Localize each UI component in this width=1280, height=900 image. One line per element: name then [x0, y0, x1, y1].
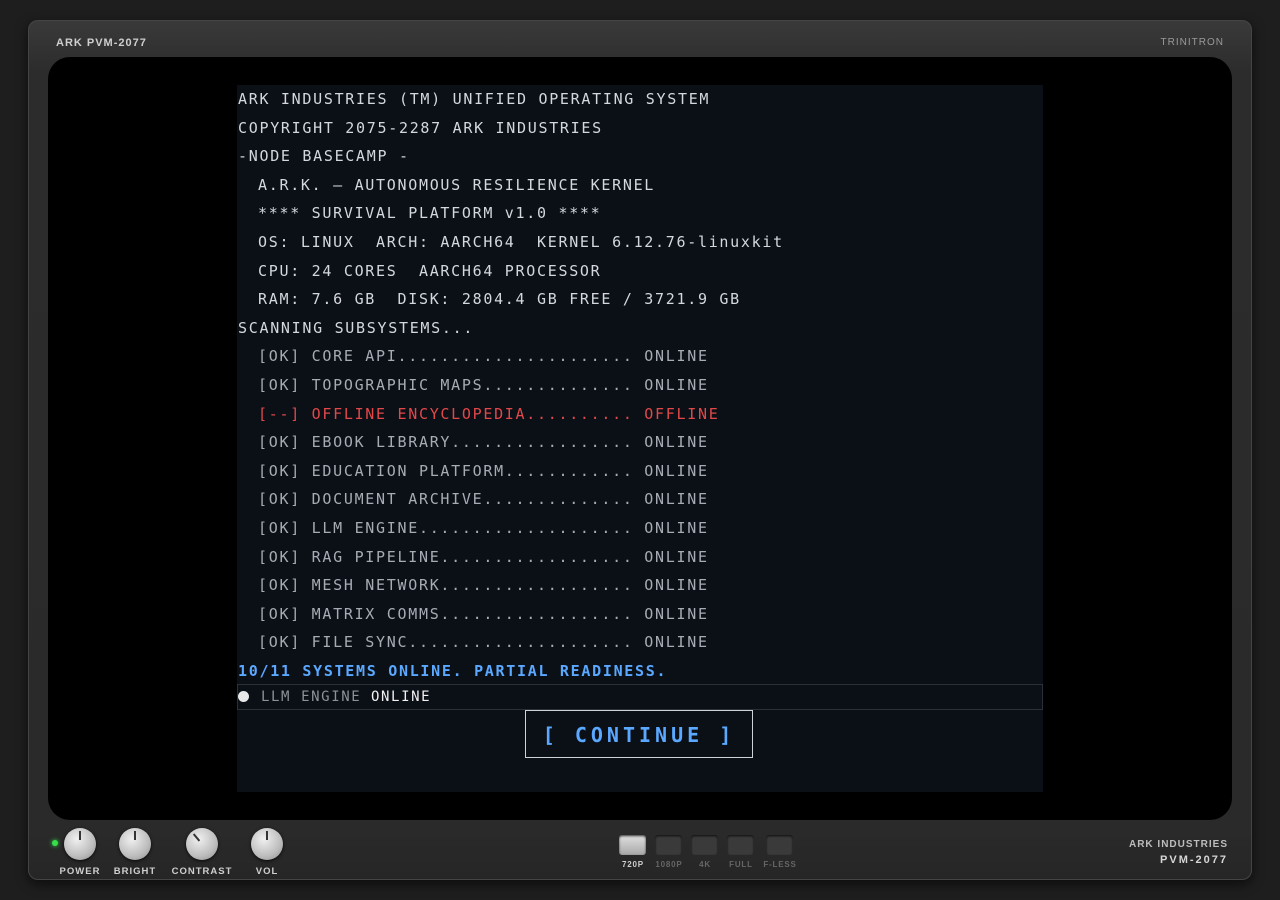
brand-bottom-2: PVM-2077: [1160, 854, 1228, 866]
info-line: OS: LINUX ARCH: AARCH64 KERNEL 6.12.76-l…: [258, 232, 784, 251]
res-button-4k[interactable]: [691, 835, 718, 855]
status-value: ONLINE: [371, 689, 432, 705]
subsystem-line: [OK] MESH NETWORK.................. ONLI…: [258, 576, 709, 595]
contrast-knob[interactable]: [186, 828, 218, 860]
res-button-f-less[interactable]: [766, 835, 793, 855]
subsystem-line: [OK] RAG PIPELINE.................. ONLI…: [258, 547, 709, 566]
header-line: ARK INDUSTRIES (TM) UNIFIED OPERATING SY…: [238, 90, 711, 108]
info-line: **** SURVIVAL PLATFORM v1.0 ****: [258, 204, 602, 223]
info-line: CPU: 24 CORES AARCH64 PROCESSOR: [258, 261, 602, 280]
boot-log: ARK INDUSTRIES (TM) UNIFIED OPERATING SY…: [238, 85, 784, 685]
header-line: COPYRIGHT 2075-2287 ARK INDUSTRIES: [238, 118, 603, 137]
subsystem-line: [OK] MATRIX COMMS.................. ONLI…: [258, 604, 709, 623]
res-button-1080p[interactable]: [655, 835, 682, 855]
info-line: A.R.K. — AUTONOMOUS RESILIENCE KERNEL: [258, 175, 656, 194]
power-led-icon: [52, 840, 58, 846]
res-button-720p[interactable]: [619, 835, 646, 855]
bright-knob[interactable]: [119, 828, 151, 860]
scanning-line: SCANNING SUBSYSTEMS...: [238, 318, 475, 337]
header-line: -NODE BASECAMP -: [238, 147, 410, 166]
status-row: LLM ENGINE ONLINE: [237, 684, 1043, 710]
subsystem-line-offline: [--] OFFLINE ENCYCLOPEDIA.......... OFFL…: [258, 404, 720, 423]
power-knob[interactable]: [64, 828, 96, 860]
subsystem-line: [OK] CORE API...................... ONLI…: [258, 347, 709, 366]
status-label: LLM ENGINE: [261, 689, 362, 705]
res-button-full[interactable]: [727, 835, 754, 855]
res-label-f-less: F-LESS: [763, 860, 797, 869]
subsystem-line: [OK] EDUCATION PLATFORM............ ONLI…: [258, 461, 709, 480]
subsystem-line: [OK] LLM ENGINE.................... ONLI…: [258, 518, 709, 537]
vol-knob[interactable]: [251, 828, 283, 860]
control-panel: POWER BRIGHT CONTRAST VOL 720P 1080P 4K …: [28, 826, 1252, 880]
brand-top-left: ARK PVM-2077: [56, 37, 147, 49]
info-line: RAM: 7.6 GB DISK: 2804.4 GB FREE / 3721.…: [258, 290, 741, 309]
brand-top-right: TRINITRON: [1160, 37, 1224, 48]
subsystem-line: [OK] TOPOGRAPHIC MAPS.............. ONLI…: [258, 375, 709, 394]
status-dot-icon: [238, 691, 249, 702]
terminal-screen: ARK INDUSTRIES (TM) UNIFIED OPERATING SY…: [237, 85, 1043, 792]
continue-button[interactable]: [ CONTINUE ]: [525, 710, 753, 758]
crt-monitor: ARK PVM-2077 TRINITRON ARK INDUSTRIES (T…: [28, 20, 1252, 880]
subsystem-line: [OK] FILE SYNC..................... ONLI…: [258, 633, 709, 652]
subsystem-line: [OK] DOCUMENT ARCHIVE.............. ONLI…: [258, 490, 709, 509]
knob-label-vol: VOL: [255, 866, 279, 877]
brand-bottom-1: ARK INDUSTRIES: [1128, 839, 1228, 850]
readiness-summary: 10/11 SYSTEMS ONLINE. PARTIAL READINESS.: [238, 661, 668, 680]
screen-bezel: ARK INDUSTRIES (TM) UNIFIED OPERATING SY…: [48, 57, 1232, 820]
subsystem-line: [OK] EBOOK LIBRARY................. ONLI…: [258, 433, 709, 452]
